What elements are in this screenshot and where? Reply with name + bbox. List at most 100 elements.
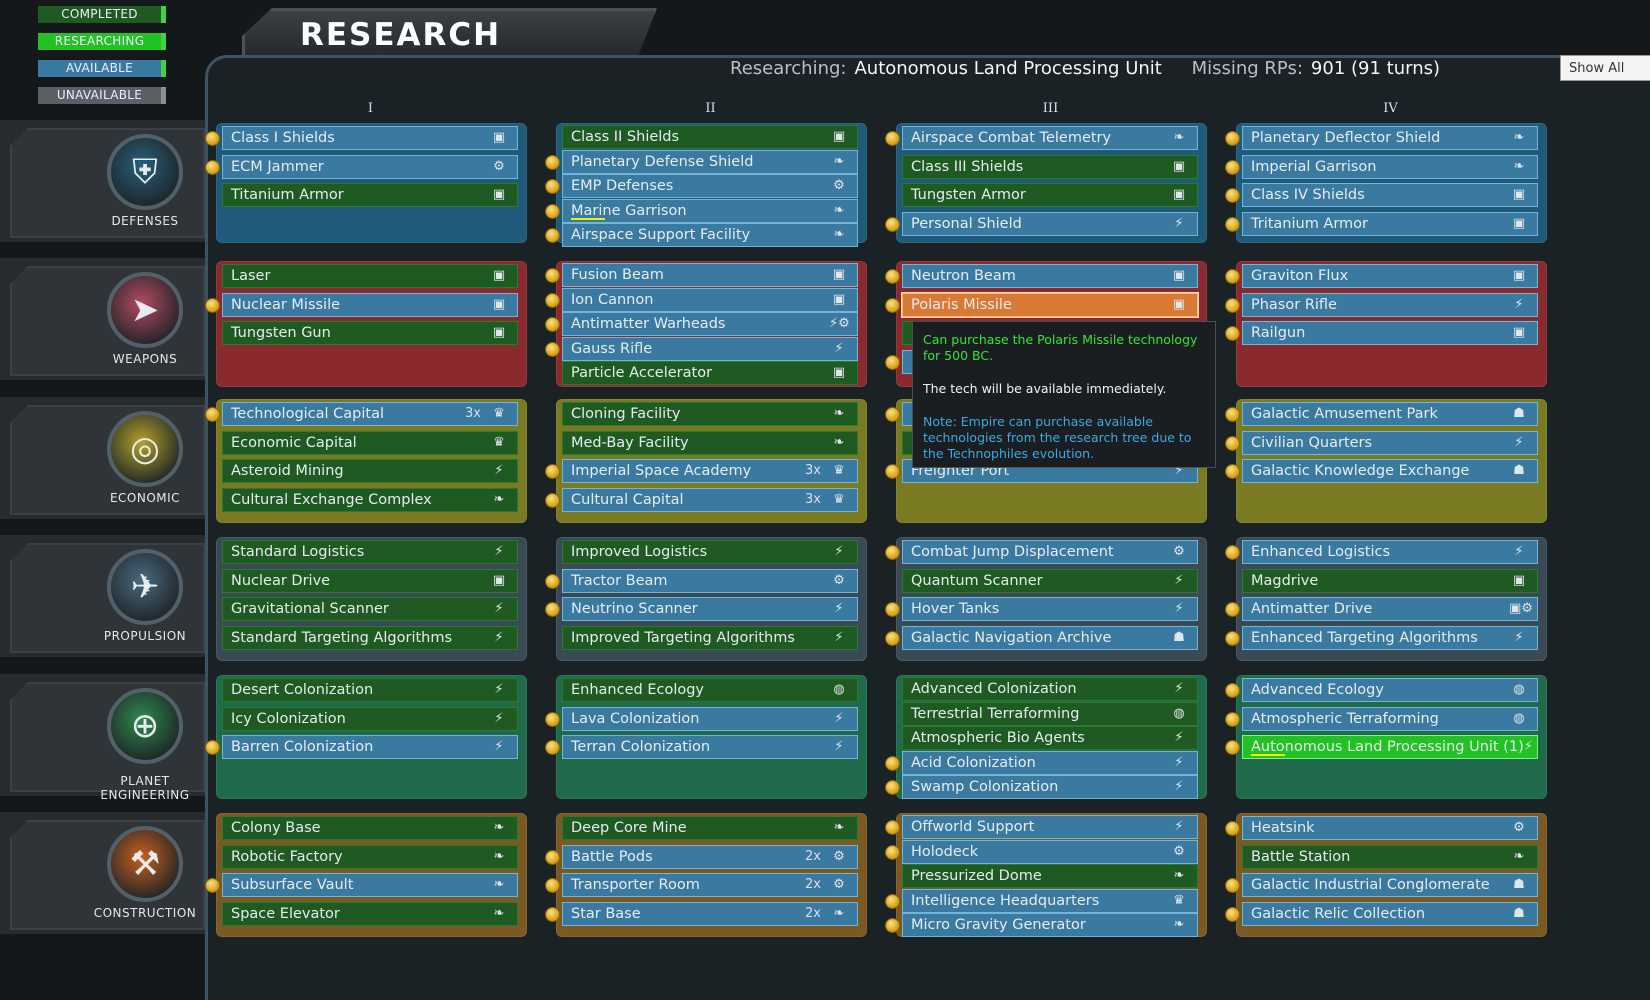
tech-row[interactable]: Polaris Missile ▣ — [901, 291, 1199, 318]
tech-row[interactable]: Improved Logistics ⚡ — [562, 540, 858, 564]
purchase-coin-icon[interactable] — [546, 155, 559, 169]
purchase-coin-icon[interactable] — [546, 603, 559, 616]
tech-row[interactable]: Planetary Deflector Shield ❧ — [1242, 126, 1538, 150]
tech-row[interactable]: Antimatter Drive ▣⚙ — [1242, 597, 1538, 621]
tech-row[interactable]: Lava Colonization ⚡ — [562, 706, 858, 731]
tech-row[interactable]: Battle Station ❧ — [1242, 844, 1538, 869]
tech-row[interactable]: Standard Targeting Algorithms ⚡ — [222, 625, 518, 650]
tech-row[interactable]: Gravitational Scanner ⚡ — [222, 597, 518, 621]
tech-row[interactable]: Phasor Rifle ⚡ — [1242, 292, 1538, 317]
purchase-coin-icon[interactable] — [1226, 879, 1239, 892]
tech-row[interactable]: Tritanium Armor ▣ — [1242, 211, 1538, 236]
tech-row[interactable]: Colony Base ❧ — [222, 816, 518, 840]
tech-row[interactable]: Desert Colonization ⚡ — [222, 678, 518, 702]
tech-row[interactable]: Barren Colonization ⚡ — [222, 735, 518, 759]
category-planet-engineering[interactable]: ⊕ PLANET ENGINEERING — [0, 674, 205, 802]
purchase-coin-icon[interactable] — [546, 493, 559, 507]
tech-row[interactable]: Neutron Beam ▣ — [902, 264, 1198, 288]
purchase-coin-icon[interactable] — [1226, 160, 1239, 174]
purchase-coin-icon[interactable] — [1226, 712, 1239, 726]
tech-row[interactable]: Nuclear Missile ▣ — [222, 292, 518, 317]
tech-row[interactable]: Heatsink ⚙ — [1242, 816, 1538, 840]
tech-row[interactable]: Acid Colonization ⚡ — [902, 750, 1198, 775]
purchase-coin-icon[interactable] — [1226, 741, 1239, 754]
tech-row[interactable]: Tungsten Armor ▣ — [902, 183, 1198, 207]
tech-row[interactable]: Airspace Combat Telemetry ❧ — [902, 126, 1198, 150]
tech-row[interactable]: Ion Cannon ▣ — [562, 287, 858, 312]
purchase-coin-icon[interactable] — [546, 293, 559, 307]
show-all-dropdown[interactable]: Show All — [1560, 55, 1650, 81]
tech-row[interactable]: Railgun ▣ — [1242, 321, 1538, 345]
purchase-coin-icon[interactable] — [1226, 408, 1239, 421]
tech-row[interactable]: Cloning Facility ❧ — [562, 402, 858, 426]
purchase-coin-icon[interactable] — [886, 781, 899, 794]
purchase-coin-icon[interactable] — [1226, 436, 1239, 450]
tech-row[interactable]: Imperial Space Academy 3x ♛ — [562, 459, 858, 483]
tech-row[interactable]: Standard Logistics ⚡ — [222, 540, 518, 564]
tech-row[interactable]: Holodeck ⚙ — [902, 839, 1198, 864]
purchase-coin-icon[interactable] — [886, 465, 899, 478]
tech-row[interactable]: Class II Shields ▣ — [562, 125, 858, 149]
tech-row[interactable]: Economic Capital ♛ — [222, 430, 518, 455]
purchase-coin-icon[interactable] — [1226, 189, 1239, 202]
tech-row[interactable]: Autonomous Land Processing Unit (1) ⚡ — [1242, 735, 1538, 759]
purchase-coin-icon[interactable] — [546, 850, 559, 864]
category-economic[interactable]: ◎ ECONOMIC — [0, 397, 205, 519]
tech-row[interactable]: Planetary Defense Shield ❧ — [562, 149, 858, 174]
tech-row[interactable]: Transporter Room 2x ⚙ — [562, 873, 858, 897]
tech-row[interactable]: Offworld Support ⚡ — [902, 815, 1198, 839]
purchase-coin-icon[interactable] — [546, 907, 559, 921]
tech-row[interactable]: Class I Shields ▣ — [222, 126, 518, 150]
tech-row[interactable]: Magdrive ▣ — [1242, 568, 1538, 593]
purchase-coin-icon[interactable] — [546, 204, 559, 218]
tech-row[interactable]: Space Elevator ❧ — [222, 901, 518, 926]
tech-row[interactable]: Micro Gravity Generator ❧ — [902, 913, 1198, 937]
category-weapons[interactable]: ➤ WEAPONS — [0, 258, 205, 380]
tech-row[interactable]: Laser ▣ — [222, 264, 518, 288]
purchase-coin-icon[interactable] — [886, 298, 899, 312]
purchase-coin-icon[interactable] — [1226, 132, 1239, 145]
purchase-coin-icon[interactable] — [1226, 270, 1239, 283]
tech-row[interactable]: Graviton Flux ▣ — [1242, 264, 1538, 288]
purchase-coin-icon[interactable] — [546, 342, 559, 356]
purchase-coin-icon[interactable] — [1226, 822, 1239, 835]
tech-row[interactable]: Fusion Beam ▣ — [562, 263, 858, 287]
purchase-coin-icon[interactable] — [886, 355, 899, 369]
tech-row[interactable]: Intelligence Headquarters ♛ — [902, 888, 1198, 913]
tech-row[interactable]: Med-Bay Facility ❧ — [562, 430, 858, 455]
purchase-coin-icon[interactable] — [1226, 327, 1239, 340]
tech-row[interactable]: Galactic Relic Collection ☗ — [1242, 901, 1538, 926]
purchase-coin-icon[interactable] — [546, 180, 559, 193]
purchase-coin-icon[interactable] — [1226, 465, 1239, 478]
tech-row[interactable]: Asteroid Mining ⚡ — [222, 459, 518, 483]
purchase-coin-icon[interactable] — [546, 741, 559, 754]
category-defenses[interactable]: ⛨ DEFENSES — [0, 120, 205, 242]
purchase-coin-icon[interactable] — [546, 712, 559, 726]
tech-row[interactable]: Terrestrial Terraforming ◍ — [902, 701, 1198, 726]
tech-row[interactable]: Class IV Shields ▣ — [1242, 183, 1538, 207]
tech-row[interactable]: Titanium Armor ▣ — [222, 183, 518, 207]
purchase-coin-icon[interactable] — [1226, 603, 1239, 616]
tech-row[interactable]: Subsurface Vault ❧ — [222, 873, 518, 897]
tech-row[interactable]: Enhanced Ecology ◍ — [562, 678, 858, 702]
tech-row[interactable]: Advanced Colonization ⚡ — [902, 677, 1198, 701]
tech-row[interactable]: Marine Garrison ❧ — [562, 198, 858, 223]
purchase-coin-icon[interactable] — [886, 631, 899, 645]
category-propulsion[interactable]: ✈ PROPULSION — [0, 535, 205, 657]
purchase-coin-icon[interactable] — [206, 160, 219, 174]
tech-row[interactable]: Civilian Quarters ⚡ — [1242, 430, 1538, 455]
tech-row[interactable]: Technological Capital 3x ♛ — [222, 402, 518, 426]
purchase-coin-icon[interactable] — [1226, 631, 1239, 645]
purchase-coin-icon[interactable] — [886, 821, 899, 834]
tech-row[interactable]: Battle Pods 2x ⚙ — [562, 844, 858, 869]
tech-row[interactable]: Hover Tanks ⚡ — [902, 597, 1198, 621]
tech-row[interactable]: Quantum Scanner ⚡ — [902, 568, 1198, 593]
purchase-coin-icon[interactable] — [546, 574, 559, 588]
tech-row[interactable]: Atmospheric Bio Agents ⚡ — [902, 726, 1198, 750]
tech-row[interactable]: Tungsten Gun ▣ — [222, 321, 518, 345]
purchase-coin-icon[interactable] — [546, 879, 559, 892]
purchase-coin-icon[interactable] — [206, 298, 219, 312]
tech-row[interactable]: Galactic Navigation Archive ☗ — [902, 625, 1198, 650]
tech-row[interactable]: Terran Colonization ⚡ — [562, 735, 858, 759]
tech-row[interactable]: Deep Core Mine ❧ — [562, 816, 858, 840]
